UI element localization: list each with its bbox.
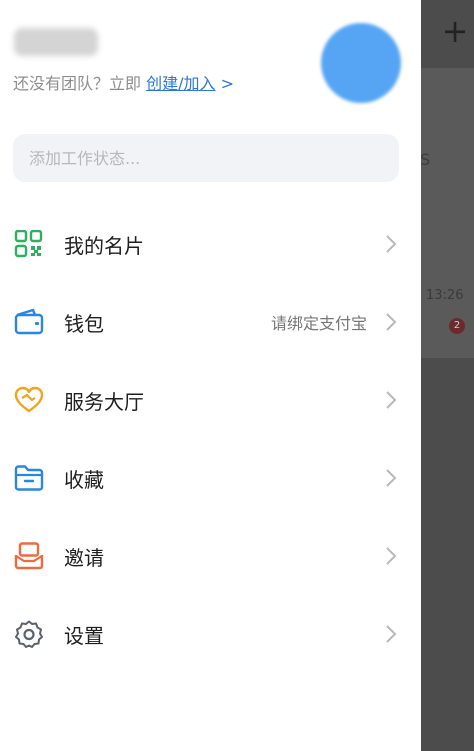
heart-handshake-icon	[14, 386, 44, 413]
chevron-right-icon	[386, 391, 397, 409]
invite-envelope-icon	[14, 542, 44, 570]
background-card	[420, 68, 474, 358]
team-prompt: 还没有团队？立即 创建/加入 >	[13, 70, 234, 94]
menu-item-favorites[interactable]: 收藏	[0, 439, 421, 517]
chevron-right-icon	[386, 469, 397, 487]
work-status-input[interactable]	[13, 134, 399, 182]
menu-item-label: 服务大厅	[64, 389, 144, 414]
chevron-right-icon	[386, 313, 397, 331]
team-prompt-text: 还没有团队？立即	[13, 74, 142, 93]
menu-item-label: 收藏	[64, 467, 104, 492]
chevron-right-icon	[386, 625, 397, 643]
chevron-right-icon[interactable]: >	[221, 74, 234, 93]
gear-icon	[15, 620, 43, 648]
user-name-blurred	[14, 28, 98, 56]
menu-item-label: 我的名片	[64, 233, 144, 258]
qr-code-icon	[14, 230, 43, 258]
unread-badge: 2	[449, 318, 465, 334]
side-drawer: 还没有团队？立即 创建/加入 > 我的名片	[0, 0, 421, 751]
drawer-menu: 我的名片 钱包 请绑定支付宝 服务大厅 收藏 邀请 设置	[0, 205, 421, 673]
menu-item-wallet[interactable]: 钱包 请绑定支付宝	[0, 283, 421, 361]
menu-item-invite[interactable]: 邀请	[0, 517, 421, 595]
background-text: S	[420, 150, 431, 169]
menu-item-settings[interactable]: 设置	[0, 595, 421, 673]
menu-item-service-hall[interactable]: 服务大厅	[0, 361, 421, 439]
menu-item-label: 设置	[64, 623, 104, 648]
menu-item-label: 邀请	[64, 545, 104, 570]
menu-item-label: 钱包	[64, 311, 104, 336]
wallet-icon	[14, 308, 44, 335]
wallet-bind-alipay-hint: 请绑定支付宝	[270, 314, 367, 333]
chevron-right-icon	[386, 547, 397, 565]
menu-item-business-card[interactable]: 我的名片	[0, 205, 421, 283]
create-join-team-link[interactable]: 创建/加入	[146, 74, 215, 93]
chevron-right-icon	[386, 235, 397, 253]
add-icon[interactable]: +	[438, 14, 472, 48]
avatar[interactable]	[321, 23, 401, 103]
background-timestamp: 13:26	[426, 288, 464, 303]
folder-icon	[14, 465, 44, 491]
